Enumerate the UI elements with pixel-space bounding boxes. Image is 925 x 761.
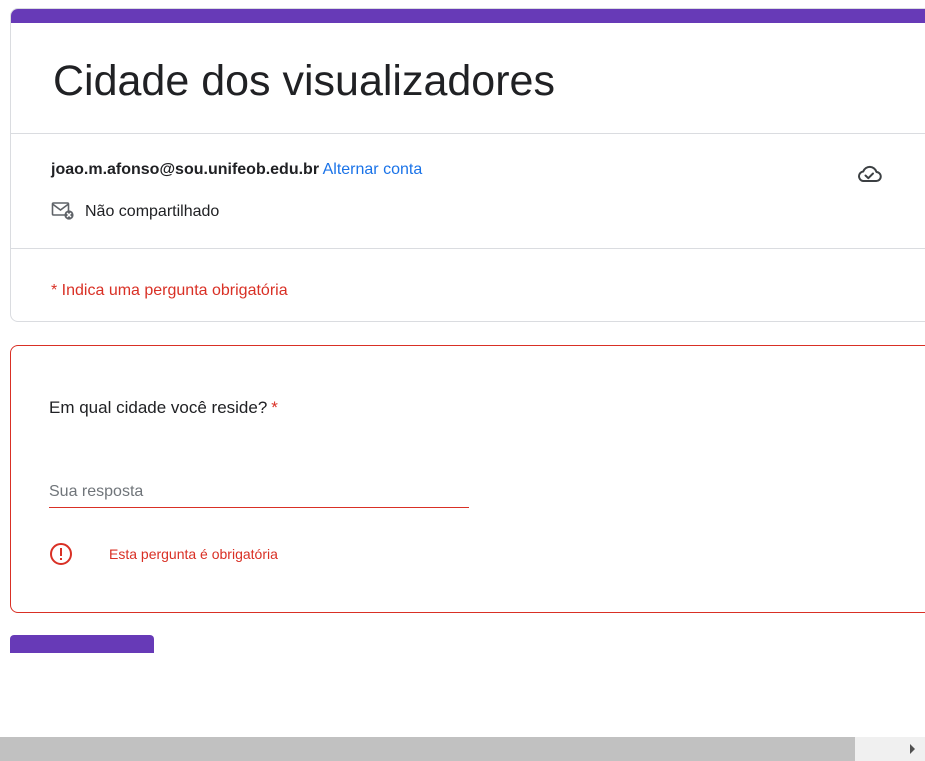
divider — [11, 133, 925, 134]
switch-account-link[interactable]: Alternar conta — [323, 161, 423, 178]
required-asterisk: * — [271, 398, 278, 417]
divider — [11, 248, 925, 249]
question-card: Em qual cidade você reside?* Esta pergun… — [10, 345, 925, 613]
account-line: joao.m.afonso@sou.unifeob.edu.br Alterna… — [51, 159, 422, 181]
error-circle-icon — [50, 543, 72, 565]
submit-button[interactable] — [10, 635, 154, 653]
mail-blocked-icon — [51, 202, 74, 220]
scrollbar-thumb[interactable] — [0, 737, 855, 761]
question-title: Em qual cidade você reside? * — [49, 398, 278, 418]
form-header-card: Cidade dos visualizadores joao.m.afonso@… — [10, 8, 925, 322]
sharing-label: Não compartilhado — [85, 203, 220, 220]
cloud-check-icon[interactable] — [856, 163, 882, 185]
question-text: Em qual cidade você reside? — [49, 398, 268, 417]
form-title: Cidade dos visualizadores — [53, 57, 555, 105]
header-accent-bar — [11, 9, 925, 23]
error-text: Esta pergunta é obrigatória — [109, 546, 278, 562]
horizontal-scrollbar[interactable] — [0, 737, 925, 761]
sharing-status: Não compartilhado — [51, 200, 219, 223]
answer-input[interactable] — [49, 476, 469, 508]
account-email: joao.m.afonso@sou.unifeob.edu.br — [51, 161, 320, 178]
arrow-right-icon[interactable] — [901, 737, 925, 761]
required-note: * Indica uma pergunta obrigatória — [51, 282, 288, 299]
